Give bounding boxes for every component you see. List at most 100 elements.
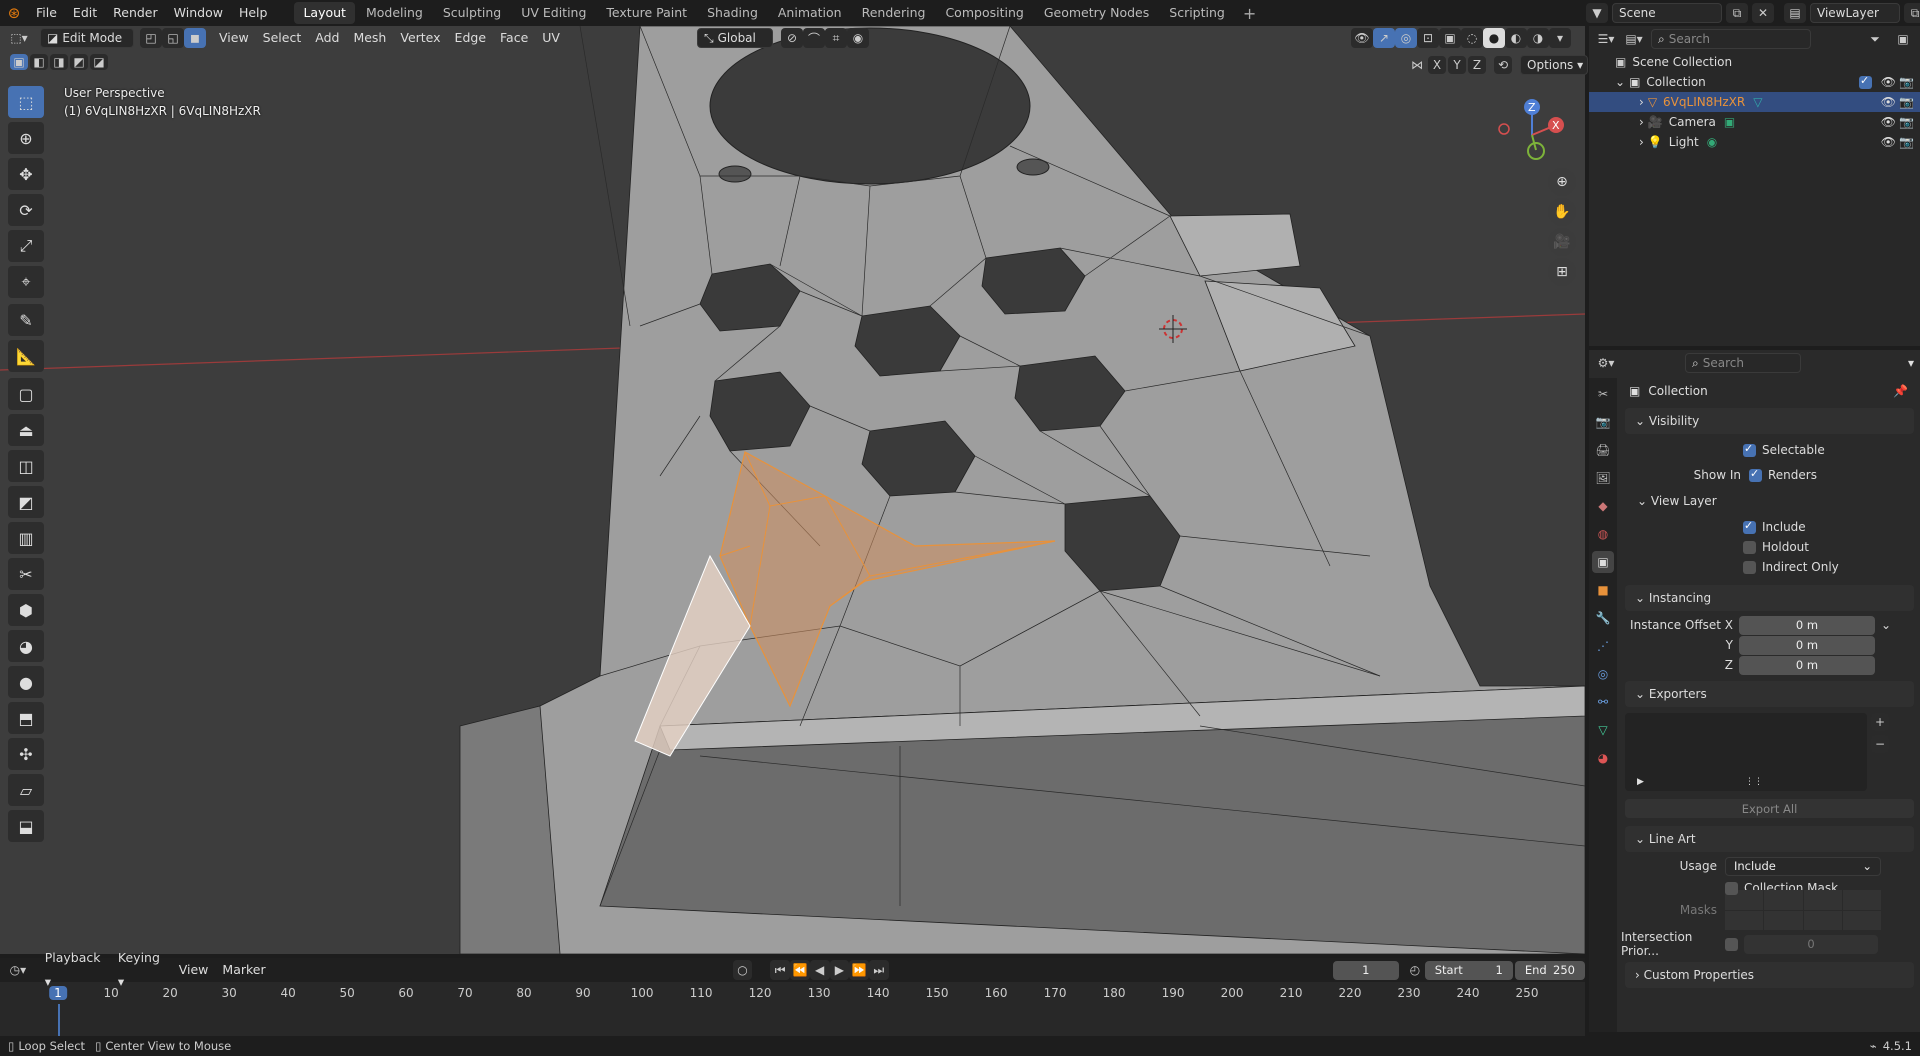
intersection-priority-field[interactable]: 0 <box>1744 934 1878 954</box>
edge-select-icon[interactable]: ◱ <box>162 28 184 48</box>
collection-mask-checkbox[interactable] <box>1725 881 1738 895</box>
remove-exporter-icon[interactable]: − <box>1871 735 1889 753</box>
mirror-z-button[interactable]: Z <box>1468 56 1486 74</box>
menu-select[interactable]: Select <box>256 26 309 50</box>
include-row[interactable]: Include <box>1619 517 1920 537</box>
menu-edge[interactable]: Edge <box>448 26 493 50</box>
rendered-shading-icon[interactable]: ◑ <box>1527 28 1549 48</box>
orientation-dropdown[interactable]: ⤡ Global <box>696 28 773 48</box>
play-reverse-icon[interactable]: ◀ <box>809 960 830 980</box>
panel-line-art[interactable]: ⌄ Line Art <box>1625 826 1914 852</box>
play-icon[interactable]: ▶ <box>829 960 850 980</box>
panel-exporters[interactable]: ⌄ Exporters <box>1625 681 1914 707</box>
eye-icon[interactable]: 👁 <box>1881 95 1896 109</box>
include-checkbox[interactable] <box>1743 519 1756 534</box>
visibility-icon[interactable]: 👁 <box>1351 28 1373 48</box>
camera-view-icon[interactable]: 🎥 <box>1548 228 1576 256</box>
tab-rendering[interactable]: Rendering <box>853 2 935 24</box>
render-camera-icon[interactable]: 📷 <box>1899 75 1914 89</box>
prev-keyframe-icon[interactable]: ⏪ <box>790 960 810 980</box>
annotate-tool-icon[interactable]: ✎ <box>8 304 44 336</box>
add-exporter-icon[interactable]: + <box>1871 713 1889 731</box>
holdout-row[interactable]: Holdout <box>1619 537 1920 557</box>
render-tab-icon[interactable]: 📷 <box>1592 411 1614 433</box>
select-invert-icon[interactable]: ◩ <box>70 54 88 70</box>
overlay-toggle-icon[interactable]: ◎ <box>1395 28 1417 48</box>
menu-edit[interactable]: Edit <box>65 0 105 26</box>
menu-uv[interactable]: UV <box>535 26 567 50</box>
intersection-priority-checkbox[interactable] <box>1725 937 1738 951</box>
add-workspace-icon[interactable]: + <box>1235 4 1264 23</box>
rotate-tool-icon[interactable]: ⟳ <box>8 194 44 226</box>
new-scene-icon[interactable]: ⧉ <box>1726 3 1748 23</box>
output-tab-icon[interactable]: 🖨 <box>1592 439 1614 461</box>
eye-icon[interactable]: 👁 <box>1881 135 1896 149</box>
select-new-icon[interactable]: ▣ <box>10 54 28 70</box>
indirect-only-row[interactable]: Indirect Only <box>1619 557 1920 577</box>
timeline-ruler[interactable]: 1 10 20 30 40 50 60 70 80 90 100 110 120 130 140 150 160… <box>0 982 1585 1036</box>
pan-hand-icon[interactable]: ✋ <box>1548 198 1576 226</box>
new-collection-icon[interactable]: ▣ <box>1892 29 1914 49</box>
tab-geometry-nodes[interactable]: Geometry Nodes <box>1035 2 1158 24</box>
wireframe-shading-icon[interactable]: ◌ <box>1461 28 1483 48</box>
measure-tool-icon[interactable]: 📐 <box>8 340 44 372</box>
ortho-grid-icon[interactable]: ⊞ <box>1548 258 1576 286</box>
move-tool-icon[interactable]: ✥ <box>8 158 44 190</box>
select-extend-icon[interactable]: ◧ <box>30 54 48 70</box>
transform-tool-icon[interactable]: ⌖ <box>8 266 44 298</box>
gizmo-toggle-icon[interactable]: ↗ <box>1373 28 1395 48</box>
object-tab-icon[interactable]: ■ <box>1592 579 1614 601</box>
knife-tool-icon[interactable]: ✂ <box>8 558 44 590</box>
render-camera-icon[interactable]: 📷 <box>1899 135 1914 149</box>
inset-tool-icon[interactable]: ◫ <box>8 450 44 482</box>
auto-keying-icon[interactable]: ○ <box>732 960 753 980</box>
modifier-tab-icon[interactable]: 🔧 <box>1592 607 1614 629</box>
panel-visibility[interactable]: ⌄ Visibility <box>1625 408 1914 434</box>
menu-file[interactable]: File <box>28 0 65 26</box>
face-select-icon[interactable]: ◼ <box>184 28 206 48</box>
timeline-editor-icon[interactable]: ◷▾ <box>8 960 28 980</box>
tab-sculpting[interactable]: Sculpting <box>434 2 510 24</box>
view-layer-icon[interactable]: ▤ <box>1784 3 1806 23</box>
bevel-tool-icon[interactable]: ◩ <box>8 486 44 518</box>
scene-icon[interactable]: ▼ <box>1586 3 1608 23</box>
dropdown-arrow-icon[interactable]: ⌄ <box>1881 618 1891 632</box>
collapse-arrow-icon[interactable]: ⌄ <box>1615 75 1625 89</box>
tab-scripting[interactable]: Scripting <box>1160 2 1234 24</box>
outliner-collection[interactable]: ⌄▣Collection👁📷 <box>1589 72 1920 92</box>
expand-arrow-icon[interactable]: › <box>1639 95 1644 109</box>
material-tab-icon[interactable]: ◕ <box>1592 747 1614 769</box>
eye-icon[interactable]: 👁 <box>1881 115 1896 129</box>
vertex-select-icon[interactable]: ◰ <box>140 28 162 48</box>
tab-texture-paint[interactable]: Texture Paint <box>597 2 696 24</box>
expand-arrow-icon[interactable]: › <box>1639 135 1644 149</box>
mirror-x-button[interactable]: X <box>1428 56 1446 74</box>
pivot-icon[interactable]: ⊘ <box>780 28 803 48</box>
menu-mesh[interactable]: Mesh <box>346 26 393 50</box>
start-frame-field[interactable]: Start 1 <box>1424 960 1513 980</box>
jump-start-icon[interactable]: ⏮ <box>770 960 791 980</box>
extrude-tool-icon[interactable]: ⏏ <box>8 414 44 446</box>
tab-shading[interactable]: Shading <box>698 2 767 24</box>
outliner-item-light[interactable]: › 💡 Light ◉ 👁 📷 <box>1589 132 1920 152</box>
export-all-button[interactable]: Export All <box>1625 799 1914 818</box>
expand-arrow-icon[interactable]: › <box>1639 115 1644 129</box>
shear-tool-icon[interactable]: ▱ <box>8 774 44 806</box>
shading-options-icon[interactable]: ▾ <box>1549 28 1571 48</box>
current-frame-field[interactable]: 1 <box>1332 960 1399 980</box>
poly-build-tool-icon[interactable]: ⬢ <box>8 594 44 626</box>
new-view-layer-icon[interactable]: ⧉ <box>1904 3 1920 23</box>
jump-end-icon[interactable]: ⏭ <box>868 960 889 980</box>
spin-tool-icon[interactable]: ◕ <box>8 630 44 662</box>
rip-tool-icon[interactable]: ⬓ <box>8 810 44 842</box>
edge-slide-tool-icon[interactable]: ⬒ <box>8 702 44 734</box>
physics-tab-icon[interactable]: ◎ <box>1592 663 1614 685</box>
usage-dropdown[interactable]: Include ⌄ <box>1725 856 1881 876</box>
filter-icon[interactable]: ⏷ <box>1864 29 1886 49</box>
outliner-scene-collection[interactable]: ▣ Scene Collection <box>1589 52 1920 72</box>
mirror-y-button[interactable]: Y <box>1448 56 1466 74</box>
outliner-item-mesh[interactable]: › ▽ 6VqLIN8HzXR ▽ 👁 📷 <box>1589 92 1920 112</box>
selectable-row[interactable]: Selectable <box>1619 440 1920 460</box>
3d-viewport[interactable] <box>0 26 1585 954</box>
cursor-tool-icon[interactable]: ⊕ <box>8 122 44 154</box>
